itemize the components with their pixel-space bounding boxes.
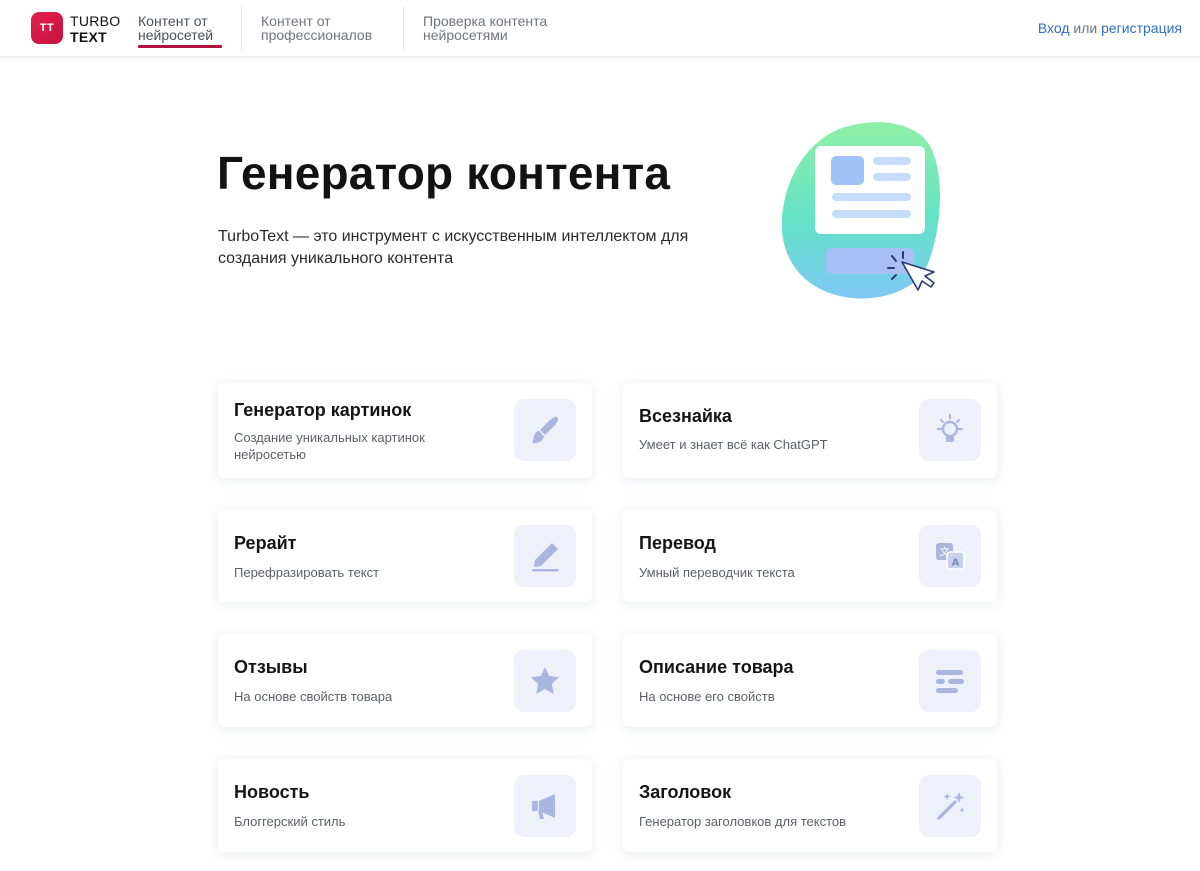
- nav-content-check[interactable]: Проверка контента нейросетями: [423, 14, 547, 42]
- nav-label-line1: Контент от: [261, 13, 331, 29]
- nav-label-line2: нейросетями: [423, 27, 508, 43]
- card-description: Генератор заголовков для текстов: [639, 814, 847, 829]
- card-title: Всезнайка: [639, 406, 732, 426]
- card-description: Блоггерский стиль: [234, 814, 346, 829]
- register-link[interactable]: регистрация: [1101, 20, 1182, 36]
- card-title: Заголовок: [639, 782, 732, 802]
- auth-links: Вход или регистрация: [1038, 20, 1182, 36]
- login-link[interactable]: Вход: [1038, 20, 1070, 36]
- svg-text:文: 文: [940, 546, 950, 559]
- auth-or-text: или: [1073, 20, 1098, 36]
- card-headline[interactable]: Заголовок Генератор заголовков для текст…: [623, 759, 997, 852]
- card-title: Генератор картинок: [234, 400, 412, 420]
- content-generator-illustration: [781, 122, 940, 299]
- svg-text:A: A: [952, 558, 960, 569]
- nav-professional-content[interactable]: Контент от профессионалов: [261, 14, 372, 42]
- card-description: Перефразировать текст: [234, 565, 380, 580]
- page-subtitle: TurboText — это инструмент с искусственн…: [218, 228, 689, 267]
- pencil-icon: [514, 525, 576, 587]
- card-description: Создание уникальных картинок нейросетью: [234, 430, 425, 462]
- card-description: На основе свойств товара: [234, 689, 393, 704]
- card-description: Умеет и знает всё как ChatGPT: [639, 437, 828, 452]
- logo-word-1: TURBO: [70, 13, 121, 29]
- logo-mark: TT: [31, 12, 63, 44]
- card-rewrite[interactable]: Рерайт Перефразировать текст: [218, 510, 592, 602]
- card-description: На основе его свойств: [639, 689, 775, 704]
- nav-label-line1: Контент от: [138, 13, 208, 29]
- translate-icon: 文 A: [919, 525, 981, 587]
- magic-wand-icon: [919, 775, 981, 837]
- card-know-it-all[interactable]: Всезнайка Умеет и знает всё как ChatGPT: [623, 383, 997, 478]
- turbotext-logo[interactable]: TT TURBO TEXT: [31, 12, 123, 45]
- card-translation[interactable]: Перевод Умный переводчик текста 文 A: [623, 510, 997, 602]
- nav-active-indicator: [138, 45, 222, 48]
- megaphone-icon: [514, 775, 576, 837]
- card-title: Новость: [234, 782, 310, 802]
- nav-neural-content[interactable]: Контент от нейросетей: [138, 14, 213, 42]
- nav-label-line2: профессионалов: [261, 27, 373, 43]
- paintbrush-icon: [514, 399, 576, 461]
- star-icon: [514, 650, 576, 712]
- lightbulb-icon: [919, 399, 981, 461]
- nav-divider: [241, 6, 242, 51]
- page-title: Генератор контента: [217, 147, 671, 199]
- card-title: Рерайт: [234, 533, 297, 553]
- card-news[interactable]: Новость Блоггерский стиль: [218, 759, 592, 852]
- card-title: Перевод: [639, 533, 716, 553]
- text-lines-icon: [919, 650, 981, 712]
- card-title: Описание товара: [639, 657, 794, 677]
- card-product-description[interactable]: Описание товара На основе его свойств: [623, 634, 997, 727]
- logo-word-2: TEXT: [70, 29, 107, 45]
- nav-label-line2: нейросетей: [138, 27, 214, 43]
- nav-label-line1: Проверка контента: [423, 13, 548, 29]
- card-image-generator[interactable]: Генератор картинок Создание уникальных к…: [218, 383, 592, 478]
- top-navbar: TT TURBO TEXT Контент от нейросетей Конт…: [0, 0, 1200, 57]
- card-description: Умный переводчик текста: [639, 565, 795, 580]
- card-reviews[interactable]: Отзывы На основе свойств товара: [218, 634, 592, 727]
- card-title: Отзывы: [234, 657, 308, 677]
- nav-divider: [403, 6, 404, 51]
